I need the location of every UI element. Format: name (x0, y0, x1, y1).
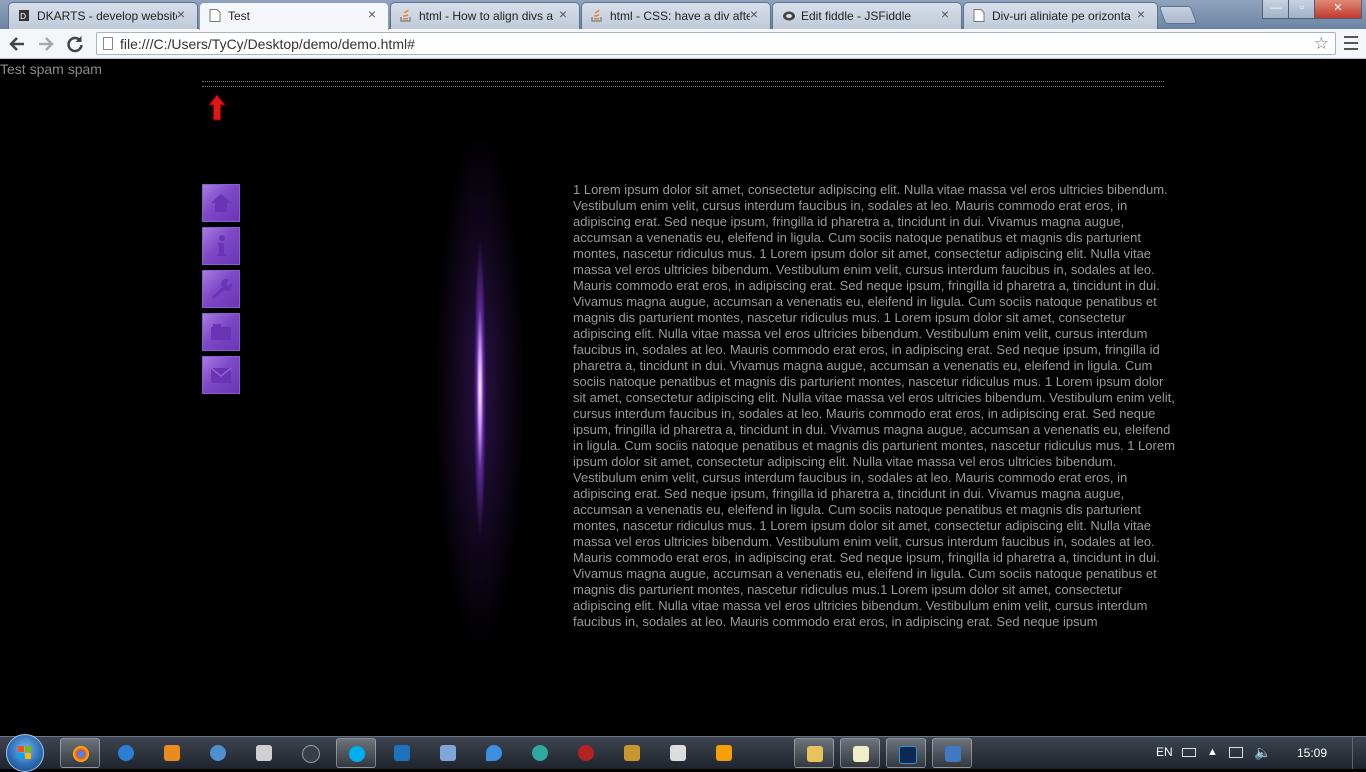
clock[interactable]: 15:09 (1297, 746, 1327, 760)
reload-icon[interactable] (63, 32, 87, 56)
maximize-button[interactable]: ▫ (1288, 0, 1316, 19)
windows-taskbar: EN ▲ 🔈 15:09 (0, 734, 1366, 772)
skype-icon[interactable] (336, 738, 376, 768)
back-icon[interactable] (5, 32, 29, 56)
show-desktop-button[interactable] (1352, 737, 1366, 769)
page-icon (209, 9, 221, 22)
language-indicator[interactable]: EN (1156, 745, 1173, 759)
mail-icon (210, 367, 232, 383)
top-text: Test spam spam (0, 61, 102, 77)
show-hidden-icons[interactable]: ▲ (1207, 746, 1218, 758)
start-button[interactable] (6, 734, 44, 772)
remote-icon[interactable] (932, 738, 972, 768)
minimize-button[interactable]: — (1262, 0, 1290, 19)
globe-icon[interactable] (520, 738, 560, 768)
tab-dkarts[interactable]: D DKARTS - develop website × (8, 2, 198, 29)
stackoverflow-icon (400, 9, 412, 22)
tab-close-icon[interactable]: × (556, 7, 570, 21)
nav-button-info[interactable] (202, 227, 240, 265)
page-viewport: Test spam spam 1 Lorem ipsum dolor sit a… (0, 59, 1366, 736)
globe-icon[interactable] (198, 738, 238, 768)
keyboard-icon[interactable] (1182, 748, 1196, 757)
tab-close-icon[interactable]: × (938, 7, 952, 21)
nav-button-home[interactable] (202, 184, 240, 222)
jsfiddle-icon (782, 9, 795, 22)
media-player-icon[interactable] (152, 738, 192, 768)
tab-title: DKARTS - develop website (37, 9, 177, 23)
dotted-divider (202, 81, 1164, 87)
tab-test[interactable]: Test × (199, 2, 389, 30)
purple-light-streak (400, 129, 560, 729)
outlook-icon[interactable] (382, 738, 422, 768)
url-text[interactable]: file:///C:/Users/TyCy/Desktop/demo/demo.… (120, 36, 415, 52)
photoshop-icon[interactable] (886, 738, 926, 768)
browser-toolbar: file:///C:/Users/TyCy/Desktop/demo/demo.… (0, 29, 1366, 59)
page-icon (103, 37, 113, 50)
page-icon (973, 9, 985, 22)
tab-title: Div-uri aliniate pe orizonta (992, 9, 1131, 23)
tab-title: Edit fiddle - JSFiddle (801, 9, 912, 23)
up-arrow-icon[interactable] (207, 94, 227, 122)
explorer-icon[interactable] (794, 738, 834, 768)
tab-div-uri[interactable]: Div-uri aliniate pe orizonta × (963, 2, 1158, 29)
windows-logo-icon (18, 746, 32, 760)
svg-text:D: D (20, 12, 26, 21)
tab-title: html - How to align divs a (419, 9, 554, 23)
warcraft-icon[interactable] (612, 738, 652, 768)
tab-title: html - CSS: have a div afte (610, 9, 750, 23)
folder-icon (211, 324, 231, 340)
tab-close-icon[interactable]: × (747, 7, 761, 21)
close-window-button[interactable]: ✕ (1314, 0, 1362, 19)
chrome-icon[interactable] (60, 738, 100, 768)
info-icon (217, 235, 226, 256)
tab-close-icon[interactable]: × (365, 7, 379, 21)
steam-icon[interactable] (290, 738, 330, 768)
menu-icon[interactable] (1342, 32, 1360, 54)
photos-icon[interactable] (428, 738, 468, 768)
volume-icon[interactable]: 🔈 (1254, 744, 1271, 761)
diablo-icon[interactable] (566, 738, 606, 768)
tab-close-icon[interactable]: × (174, 7, 188, 21)
address-bar[interactable]: file:///C:/Users/TyCy/Desktop/demo/demo.… (96, 32, 1336, 55)
new-tab-button[interactable] (1158, 6, 1198, 24)
gamepad-icon[interactable] (244, 738, 284, 768)
forward-icon[interactable] (34, 32, 58, 56)
tab-title: Test (228, 9, 251, 23)
home-icon (211, 194, 231, 212)
counterstrike-icon[interactable] (658, 738, 698, 768)
tab-so-css[interactable]: html - CSS: have a div afte × (581, 2, 771, 29)
nav-button-tools[interactable] (202, 270, 240, 308)
bookmark-star-icon[interactable]: ☆ (1314, 34, 1329, 54)
stackoverflow-icon (591, 9, 603, 22)
network-icon[interactable] (1229, 747, 1243, 758)
nav-button-folder[interactable] (202, 313, 240, 351)
browser-tab-strip: D DKARTS - develop website × Test × html… (0, 0, 1366, 30)
tab-jsfiddle[interactable]: Edit fiddle - JSFiddle × (772, 2, 962, 29)
dk-icon: D (18, 9, 30, 22)
nav-button-mail[interactable] (202, 356, 240, 394)
wrench-icon (212, 279, 232, 299)
office-icon[interactable] (704, 738, 744, 768)
tab-so-align[interactable]: html - How to align divs a × (390, 2, 580, 29)
ie-icon[interactable] (106, 738, 146, 768)
notepad-icon[interactable] (840, 738, 880, 768)
drop-icon[interactable] (474, 738, 514, 768)
lorem-text-block: 1 Lorem ipsum dolor sit amet, consectetu… (573, 182, 1175, 629)
tab-close-icon[interactable]: × (1134, 7, 1148, 21)
